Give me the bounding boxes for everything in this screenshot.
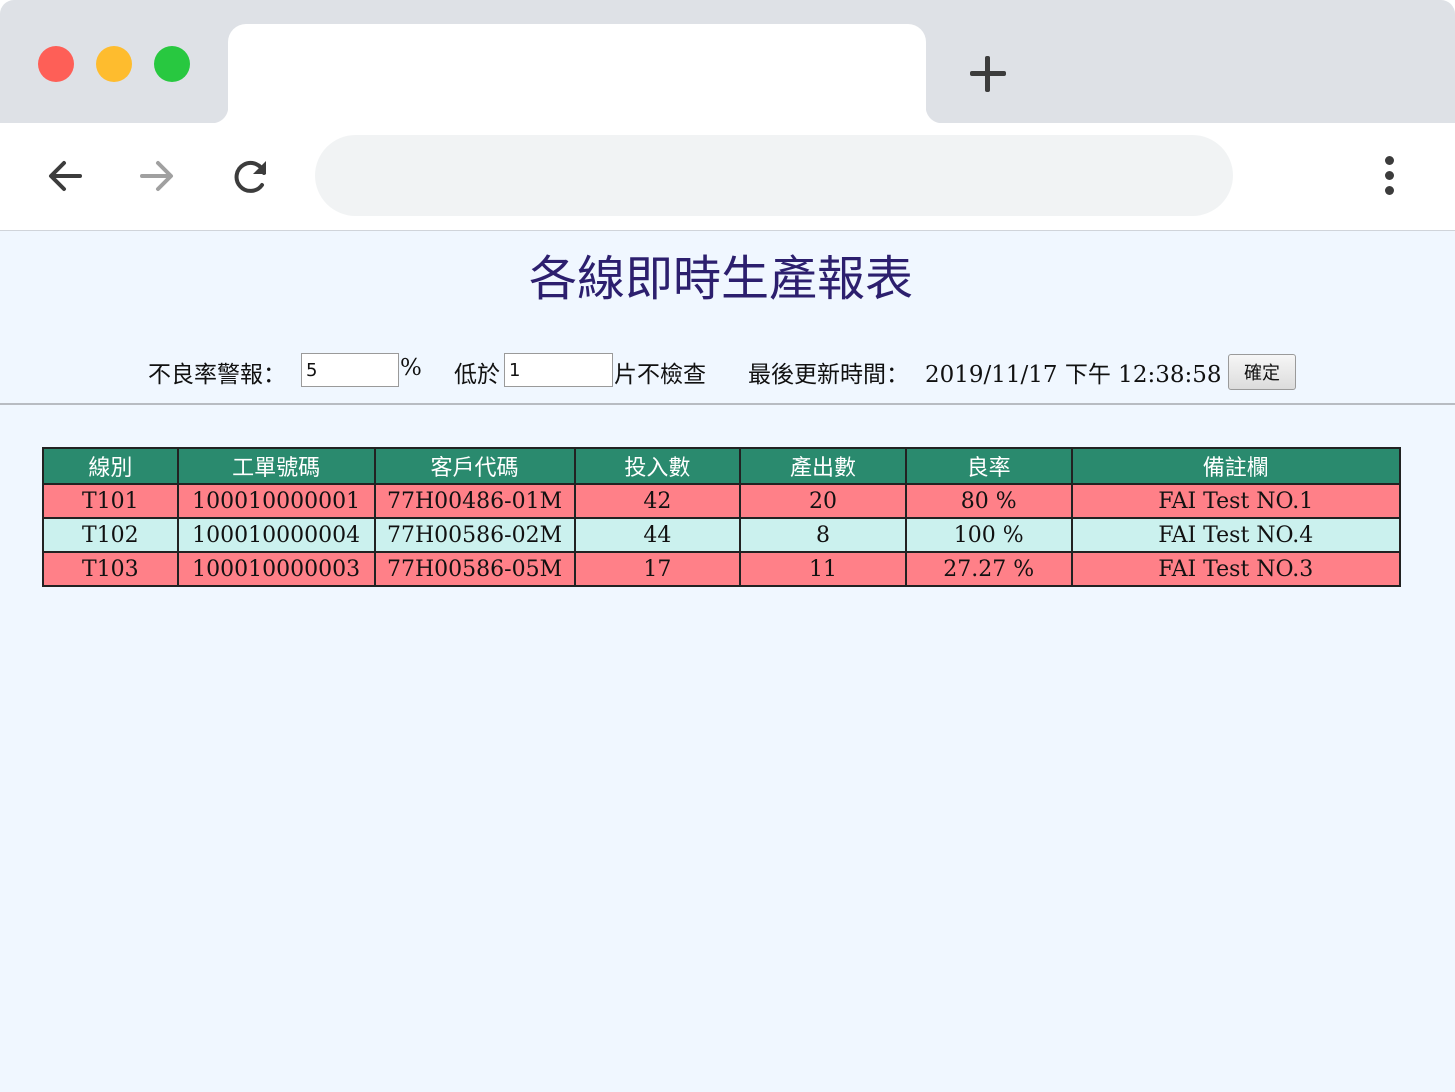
forward-arrow-icon[interactable] bbox=[134, 153, 180, 199]
address-bar[interactable] bbox=[315, 135, 1233, 216]
below-label: 低於 bbox=[454, 362, 500, 388]
skip-check-label: 片不檢查 bbox=[614, 362, 706, 388]
page-title: 各線即時生產報表 bbox=[528, 251, 913, 307]
kebab-menu-icon[interactable] bbox=[1372, 153, 1406, 199]
cell-yield: 100 % bbox=[904, 517, 1073, 553]
minimize-window-button[interactable] bbox=[96, 46, 132, 82]
defect-alert-label: 不良率警報： bbox=[148, 362, 286, 388]
divider bbox=[0, 403, 1455, 405]
cell-line: T102 bbox=[42, 517, 179, 553]
header-yield: 良率 bbox=[904, 447, 1073, 485]
cell-remarks: FAI Test NO.4 bbox=[1070, 517, 1402, 553]
page-content: 各線即時生產報表 不良率警報： % 低於 片不檢查 最後更新時間： 2019/1… bbox=[0, 230, 1455, 1092]
cell-input-qty: 42 bbox=[573, 483, 742, 519]
header-customer-code: 客戶代碼 bbox=[373, 447, 576, 485]
cell-customer-code: 77H00586-05M bbox=[373, 551, 576, 587]
maximize-window-button[interactable] bbox=[154, 46, 190, 82]
header-remarks: 備註欄 bbox=[1070, 447, 1402, 485]
new-tab-plus-icon[interactable] bbox=[966, 52, 1010, 96]
confirm-button[interactable]: 確定 bbox=[1228, 354, 1296, 390]
cell-customer-code: 77H00486-01M bbox=[373, 483, 576, 519]
defect-alert-input[interactable] bbox=[301, 353, 399, 387]
table-header-row: 線別 工單號碼 客戶代碼 投入數 產出數 良率 備註欄 bbox=[42, 447, 1402, 485]
back-arrow-icon[interactable] bbox=[42, 153, 88, 199]
header-work-order: 工單號碼 bbox=[176, 447, 376, 485]
cell-work-order: 100010000003 bbox=[176, 551, 376, 587]
below-threshold-input[interactable] bbox=[504, 353, 613, 387]
header-output-qty: 產出數 bbox=[739, 447, 907, 485]
cell-yield: 80 % bbox=[904, 483, 1073, 519]
cell-work-order: 100010000004 bbox=[176, 517, 376, 553]
cell-output-qty: 8 bbox=[739, 517, 907, 553]
cell-input-qty: 44 bbox=[573, 517, 742, 553]
production-report-table: 線別 工單號碼 客戶代碼 投入數 產出數 良率 備註欄 T101 1000100… bbox=[42, 447, 1402, 587]
header-input-qty: 投入數 bbox=[573, 447, 742, 485]
close-window-button[interactable] bbox=[38, 46, 74, 82]
cell-customer-code: 77H00586-02M bbox=[373, 517, 576, 553]
cell-output-qty: 20 bbox=[739, 483, 907, 519]
reload-icon[interactable] bbox=[228, 153, 274, 199]
browser-toolbar bbox=[0, 123, 1455, 230]
last-update-label: 最後更新時間： bbox=[748, 362, 909, 388]
cell-remarks: FAI Test NO.3 bbox=[1070, 551, 1402, 587]
cell-input-qty: 17 bbox=[573, 551, 742, 587]
table-row: T102 100010000004 77H00586-02M 44 8 100 … bbox=[42, 517, 1402, 553]
last-update-value: 2019/11/17 下午 12:38:58 bbox=[925, 362, 1222, 388]
header-line: 線別 bbox=[42, 447, 179, 485]
cell-work-order: 100010000001 bbox=[176, 483, 376, 519]
cell-output-qty: 11 bbox=[739, 551, 907, 587]
percent-sign-label: % bbox=[400, 355, 422, 381]
cell-yield: 27.27 % bbox=[904, 551, 1073, 587]
active-tab[interactable] bbox=[212, 24, 942, 123]
filter-controls: 不良率警報： % 低於 片不檢查 最後更新時間： 2019/11/17 下午 1… bbox=[0, 351, 1455, 395]
cell-line: T101 bbox=[42, 483, 179, 519]
cell-remarks: FAI Test NO.1 bbox=[1070, 483, 1402, 519]
cell-line: T103 bbox=[42, 551, 179, 587]
tab-strip bbox=[0, 0, 1455, 123]
table-row: T103 100010000003 77H00586-05M 17 11 27.… bbox=[42, 551, 1402, 587]
table-row: T101 100010000001 77H00486-01M 42 20 80 … bbox=[42, 483, 1402, 519]
